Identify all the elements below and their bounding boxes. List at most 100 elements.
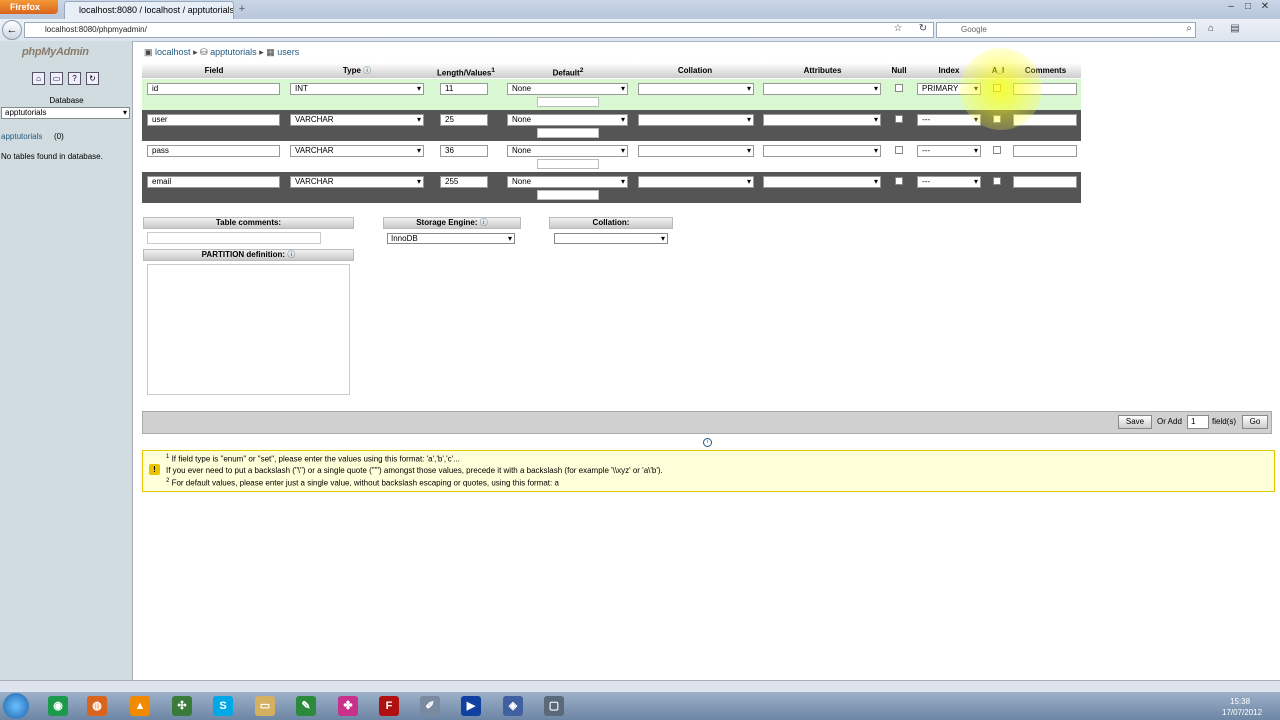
help-icon[interactable]: ⓘ	[480, 218, 488, 227]
home-icon[interactable]: ⌂	[32, 72, 45, 85]
notepad-icon[interactable]: ✎	[296, 696, 316, 716]
table-collation-select[interactable]	[554, 233, 668, 244]
maximize-icon[interactable]: □	[1241, 1, 1255, 13]
null-checkbox[interactable]	[895, 177, 903, 185]
type-select[interactable]: INT	[290, 83, 424, 95]
filezilla-icon[interactable]: F	[379, 696, 399, 716]
table-icon: ▦	[266, 47, 278, 57]
fields-label: field(s)	[1212, 417, 1237, 426]
footnote-2-text: For default values, please enter just a …	[171, 478, 559, 488]
vlc-icon[interactable]: ▲	[130, 696, 150, 716]
type-select[interactable]: VARCHAR	[290, 176, 424, 188]
collation-select[interactable]	[638, 176, 754, 188]
browser-tab[interactable]: localhost:8080 / localhost / apptutorial…	[64, 1, 234, 19]
attributes-select[interactable]	[763, 145, 881, 157]
toggle-notice-icon[interactable]: i	[703, 438, 712, 447]
folder-icon[interactable]: ▭	[255, 696, 275, 716]
field-name-input[interactable]: id	[147, 83, 280, 95]
auto-increment-checkbox[interactable]	[993, 146, 1001, 154]
index-select[interactable]: ---	[917, 114, 981, 126]
search-icon[interactable]: ⌕	[1182, 22, 1196, 36]
tool-icon[interactable]: ✐	[420, 696, 440, 716]
comments-input[interactable]	[1013, 114, 1077, 126]
null-checkbox[interactable]	[895, 146, 903, 154]
table-comments-input[interactable]	[147, 232, 321, 244]
footnote-1-ref: 1	[491, 67, 495, 74]
help-icon[interactable]: ⓘ	[363, 66, 371, 75]
url-bar[interactable]: localhost:8080/phpmyadmin/	[24, 22, 934, 38]
comments-input[interactable]	[1013, 176, 1077, 188]
auto-increment-checkbox[interactable]	[993, 84, 1001, 92]
sql-query-icon[interactable]: ▭	[50, 72, 63, 85]
type-select[interactable]: VARCHAR	[290, 145, 424, 157]
go-button[interactable]: Go	[1242, 415, 1268, 429]
length-input[interactable]: 25	[440, 114, 488, 126]
default-select[interactable]: None	[507, 83, 628, 95]
collation-select[interactable]	[638, 145, 754, 157]
index-select[interactable]: PRIMARY	[917, 83, 981, 95]
index-select[interactable]: ---	[917, 145, 981, 157]
skype-icon[interactable]: S	[213, 696, 233, 716]
null-checkbox[interactable]	[895, 115, 903, 123]
breadcrumb-server[interactable]: localhost	[155, 47, 191, 57]
attributes-select[interactable]	[763, 176, 881, 188]
null-checkbox[interactable]	[895, 84, 903, 92]
auto-increment-checkbox[interactable]	[993, 115, 1001, 123]
comments-input[interactable]	[1013, 145, 1077, 157]
phpmyadmin-logo[interactable]: phpMyAdmin	[22, 46, 114, 62]
index-select[interactable]: ---	[917, 176, 981, 188]
field-name-input[interactable]: email	[147, 176, 280, 188]
database-link[interactable]: apptutorials	[1, 132, 42, 141]
auto-increment-checkbox[interactable]	[993, 177, 1001, 185]
default-select[interactable]: None	[507, 145, 628, 157]
database-select[interactable]: apptutorials	[1, 107, 130, 119]
reload-icon[interactable]: ↻	[86, 72, 99, 85]
docs-icon[interactable]: ?	[68, 72, 81, 85]
length-input[interactable]: 11	[440, 83, 488, 95]
footnote-2-marker: 2	[166, 478, 170, 484]
attributes-select[interactable]	[763, 83, 881, 95]
collation-select[interactable]	[638, 83, 754, 95]
breadcrumb-database[interactable]: apptutorials	[210, 47, 257, 57]
back-button[interactable]: ←	[2, 20, 22, 40]
firefox-icon[interactable]: ◍	[87, 696, 107, 716]
help-icon[interactable]: ⓘ	[287, 250, 295, 259]
default-value-input[interactable]	[537, 97, 599, 107]
default-value-input[interactable]	[537, 190, 599, 200]
reload-icon[interactable]: ↻	[916, 22, 930, 36]
col-auto-increment: A_I	[991, 66, 1005, 75]
type-select[interactable]: VARCHAR	[290, 114, 424, 126]
default-value-input[interactable]	[537, 159, 599, 169]
media-player-icon[interactable]: ▶	[461, 696, 481, 716]
length-input[interactable]: 255	[440, 176, 488, 188]
collation-select[interactable]	[638, 114, 754, 126]
window-icon[interactable]: ▢	[544, 696, 564, 716]
start-button-icon[interactable]	[3, 693, 29, 719]
home-icon[interactable]: ⌂	[1204, 22, 1218, 36]
close-window-icon[interactable]: ✕	[1258, 1, 1272, 13]
app-icon[interactable]: ✣	[172, 696, 192, 716]
new-tab-icon[interactable]: +	[236, 3, 248, 15]
partition-textarea[interactable]	[147, 264, 350, 395]
default-value-input[interactable]	[537, 128, 599, 138]
chrome-icon[interactable]: ◉	[48, 696, 68, 716]
attributes-select[interactable]	[763, 114, 881, 126]
menu-icon[interactable]: ▤	[1228, 22, 1242, 36]
add-fields-count-input[interactable]: 1	[1187, 415, 1209, 429]
storage-engine-select[interactable]: InnoDB	[387, 233, 515, 244]
length-input[interactable]: 36	[440, 145, 488, 157]
save-button[interactable]: Save	[1118, 415, 1152, 429]
default-select[interactable]: None	[507, 114, 628, 126]
comments-input[interactable]	[1013, 83, 1077, 95]
network-icon[interactable]: ◈	[503, 696, 523, 716]
breadcrumb-table[interactable]: users	[277, 47, 299, 57]
storage-engine-value: InnoDB	[391, 234, 418, 243]
default-select[interactable]: None	[507, 176, 628, 188]
field-name-input[interactable]: pass	[147, 145, 280, 157]
search-bar[interactable]: Google	[936, 22, 1196, 38]
puzzle-icon[interactable]: ✤	[338, 696, 358, 716]
minimize-icon[interactable]: –	[1224, 1, 1238, 13]
firefox-menu-button[interactable]: Firefox	[0, 0, 58, 14]
bookmark-star-icon[interactable]: ☆	[891, 22, 905, 36]
field-name-input[interactable]: user	[147, 114, 280, 126]
